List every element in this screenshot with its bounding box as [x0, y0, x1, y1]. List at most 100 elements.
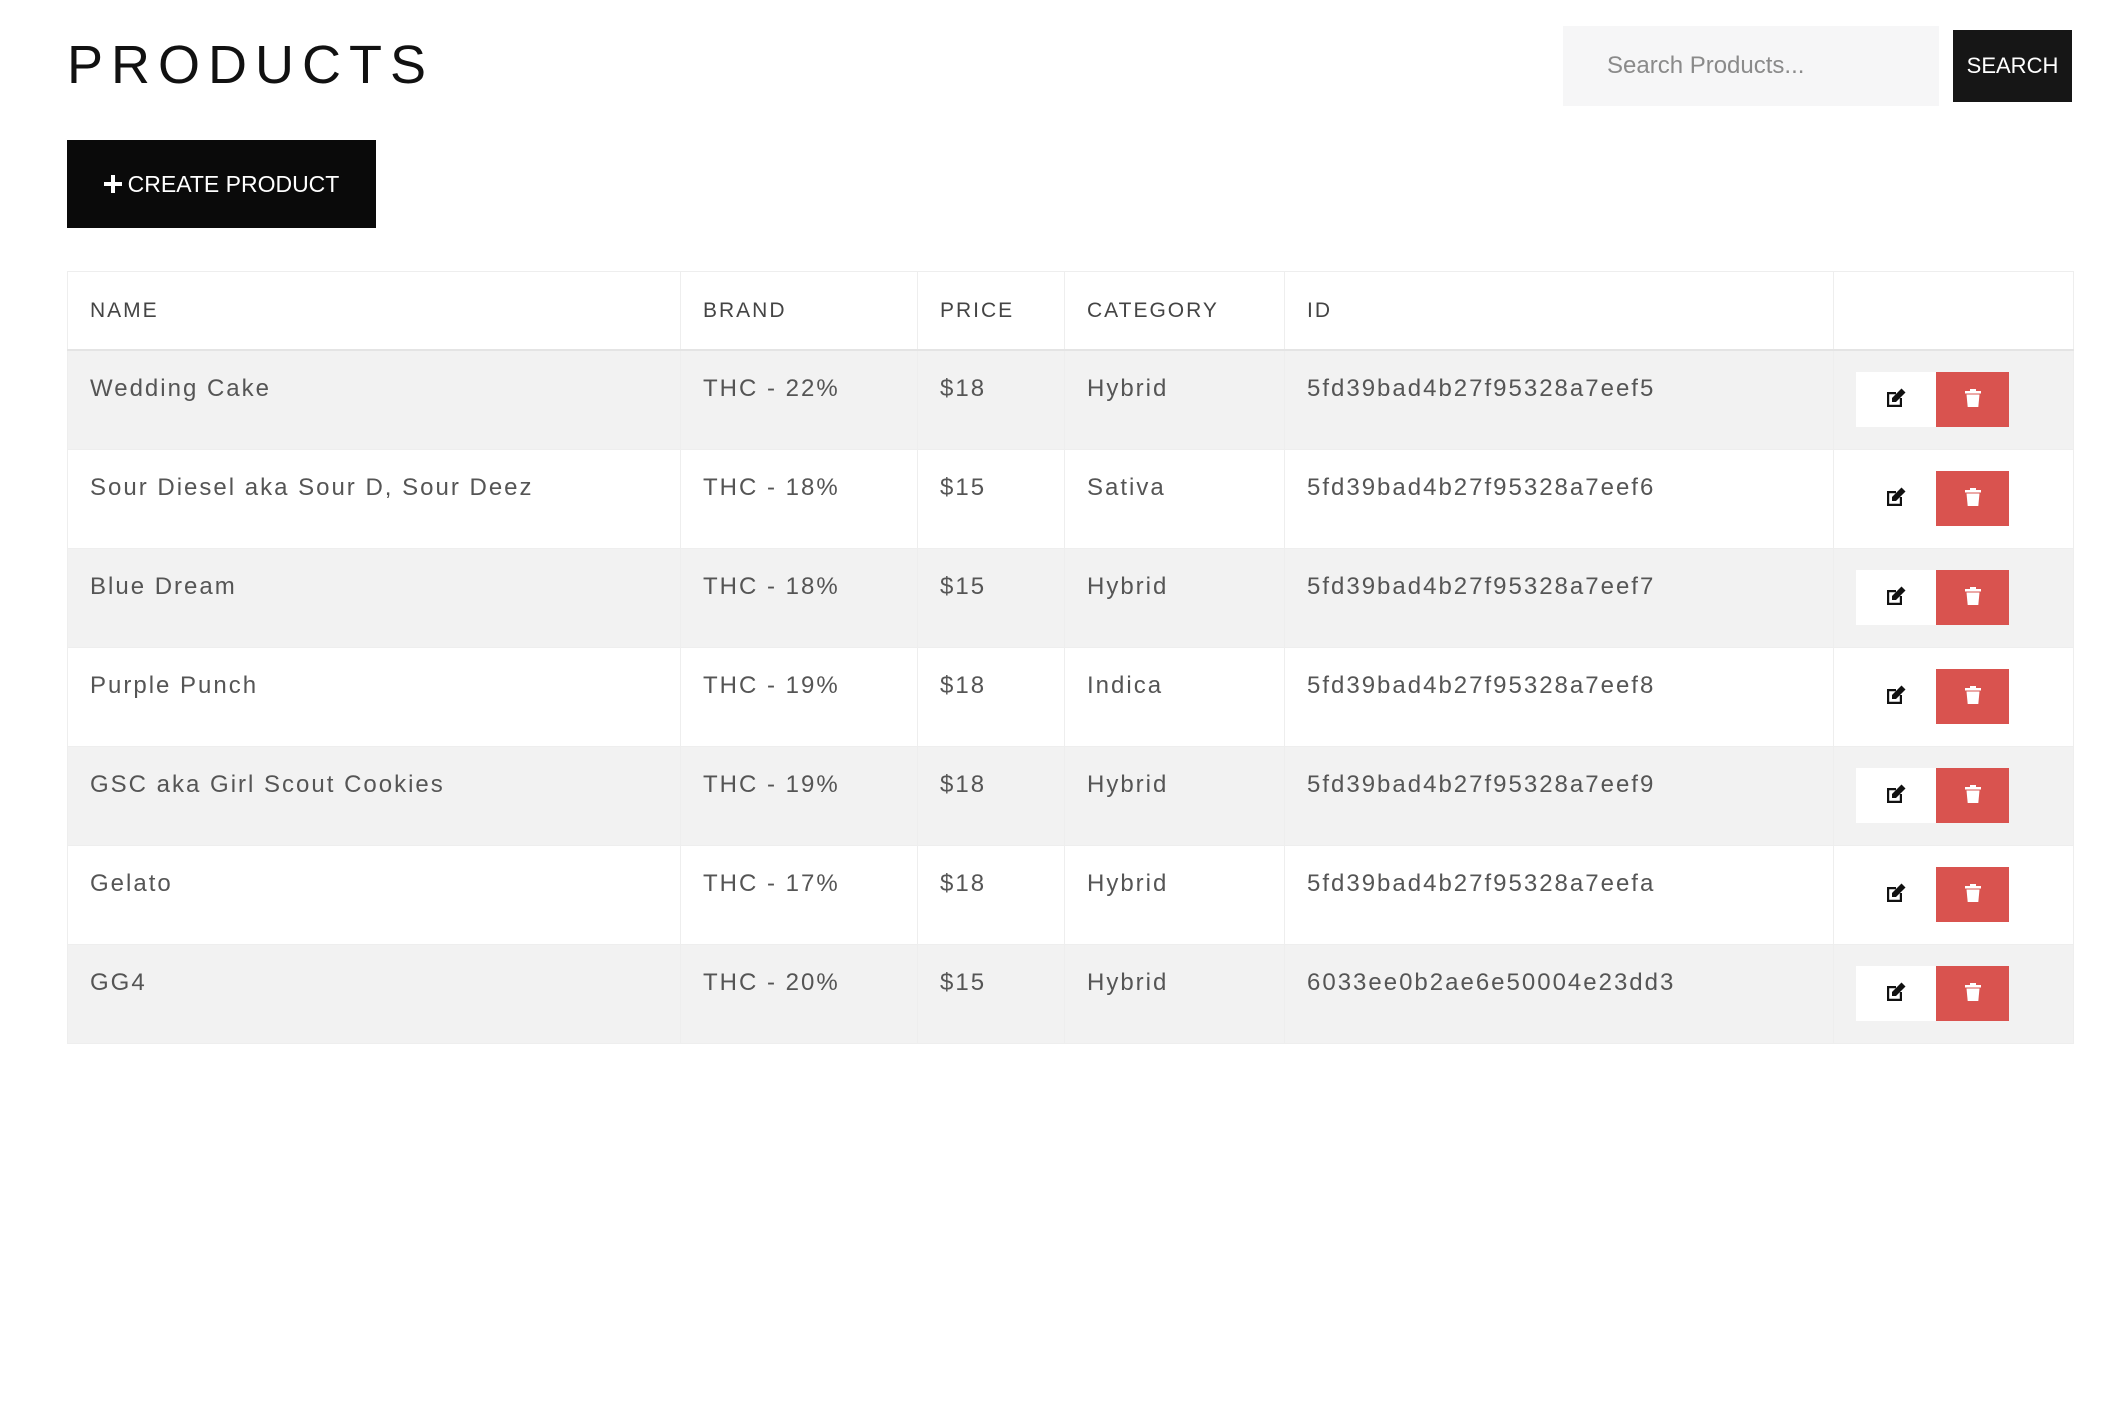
trash-icon [1964, 983, 1981, 1004]
search-input[interactable] [1563, 26, 1939, 106]
cell-name: Blue Dream [67, 547, 681, 647]
edit-icon [1885, 783, 1907, 808]
cell-price: $15 [917, 547, 1065, 647]
table-row: Purple Punch THC - 19% $18 Indica 5fd39b… [67, 646, 2074, 746]
edit-icon [1885, 684, 1907, 709]
column-header-name: NAME [67, 271, 681, 351]
cell-category: Sativa [1064, 448, 1285, 548]
cell-brand: THC - 19% [680, 646, 918, 746]
table-row: Blue Dream THC - 18% $15 Hybrid 5fd39bad… [67, 547, 2074, 647]
trash-icon [1964, 686, 1981, 707]
cell-price: $15 [917, 448, 1065, 548]
edit-button[interactable] [1856, 372, 1936, 428]
table-row: Gelato THC - 17% $18 Hybrid 5fd39bad4b27… [67, 844, 2074, 944]
cell-price: $18 [917, 844, 1065, 944]
cell-category: Indica [1064, 646, 1285, 746]
column-header-id: ID [1284, 271, 1834, 351]
cell-id: 5fd39bad4b27f95328a7eef7 [1284, 547, 1834, 647]
cell-actions [1833, 844, 2074, 944]
cell-category: Hybrid [1064, 943, 1285, 1043]
cell-category: Hybrid [1064, 745, 1285, 845]
products-table: NAME BRAND PRICE CATEGORY ID Wedding Cak… [67, 271, 2074, 1044]
cell-actions [1833, 448, 2074, 548]
cell-name: Purple Punch [67, 646, 681, 746]
cell-category: Hybrid [1064, 349, 1285, 449]
table-row: GSC aka Girl Scout Cookies THC - 19% $18… [67, 745, 2074, 845]
table-body: Wedding Cake THC - 22% $18 Hybrid 5fd39b… [67, 349, 2074, 1043]
trash-icon [1964, 488, 1981, 509]
delete-button[interactable] [1936, 570, 2009, 625]
cell-brand: THC - 17% [680, 844, 918, 944]
edit-button[interactable] [1856, 768, 1936, 823]
row-actions [1856, 372, 2073, 428]
cell-name: Gelato [67, 844, 681, 944]
cell-id: 5fd39bad4b27f95328a7eef6 [1284, 448, 1834, 548]
cell-name: GG4 [67, 943, 681, 1043]
table-row: Wedding Cake THC - 22% $18 Hybrid 5fd39b… [67, 349, 2074, 449]
delete-button[interactable] [1936, 372, 2009, 428]
table-row: GG4 THC - 20% $15 Hybrid 6033ee0b2ae6e50… [67, 943, 2074, 1043]
cell-actions [1833, 646, 2074, 746]
cell-actions [1833, 349, 2074, 449]
row-actions [1856, 471, 2073, 526]
edit-icon [1885, 585, 1907, 610]
cell-price: $18 [917, 646, 1065, 746]
row-actions [1856, 669, 2073, 724]
cell-actions [1833, 745, 2074, 845]
delete-button[interactable] [1936, 471, 2009, 526]
cell-name: Wedding Cake [67, 349, 681, 449]
trash-icon [1964, 389, 1981, 410]
cell-price: $18 [917, 745, 1065, 845]
trash-icon [1964, 884, 1981, 905]
delete-button[interactable] [1936, 768, 2009, 823]
column-header-brand: BRAND [680, 271, 918, 351]
cell-actions [1833, 547, 2074, 647]
edit-icon [1885, 981, 1907, 1006]
cell-brand: THC - 20% [680, 943, 918, 1043]
edit-icon [1885, 882, 1907, 907]
delete-button[interactable] [1936, 867, 2009, 922]
trash-icon [1964, 785, 1981, 806]
cell-id: 6033ee0b2ae6e50004e23dd3 [1284, 943, 1834, 1043]
row-actions [1856, 570, 2073, 625]
cell-id: 5fd39bad4b27f95328a7eef5 [1284, 349, 1834, 449]
create-product-label: CREATE PRODUCT [127, 170, 340, 197]
cell-brand: THC - 18% [680, 448, 918, 548]
table-row: Sour Diesel aka Sour D, Sour Deez THC - … [67, 448, 2074, 548]
search-button[interactable]: SEARCH [1953, 30, 2072, 102]
cell-brand: THC - 18% [680, 547, 918, 647]
cell-id: 5fd39bad4b27f95328a7eefa [1284, 844, 1834, 944]
row-actions [1856, 867, 2073, 922]
column-header-actions [1833, 271, 2074, 351]
edit-button[interactable] [1856, 471, 1936, 526]
row-actions [1856, 966, 2073, 1021]
products-page: PRODUCTS SEARCH CREATE PRODUCT NAME BRAN… [0, 0, 2114, 1406]
table-header-row: NAME BRAND PRICE CATEGORY ID [67, 271, 2074, 351]
cell-category: Hybrid [1064, 844, 1285, 944]
cell-id: 5fd39bad4b27f95328a7eef8 [1284, 646, 1834, 746]
cell-name: Sour Diesel aka Sour D, Sour Deez [67, 448, 681, 548]
cell-brand: THC - 19% [680, 745, 918, 845]
cell-actions [1833, 943, 2074, 1043]
edit-icon [1885, 387, 1907, 412]
delete-button[interactable] [1936, 966, 2009, 1021]
delete-button[interactable] [1936, 669, 2009, 724]
create-product-button[interactable]: CREATE PRODUCT [67, 140, 376, 228]
edit-icon [1885, 486, 1907, 511]
cell-category: Hybrid [1064, 547, 1285, 647]
column-header-price: PRICE [917, 271, 1065, 351]
cell-id: 5fd39bad4b27f95328a7eef9 [1284, 745, 1834, 845]
edit-button[interactable] [1856, 570, 1936, 625]
edit-button[interactable] [1856, 966, 1936, 1021]
cell-name: GSC aka Girl Scout Cookies [67, 745, 681, 845]
cell-price: $18 [917, 349, 1065, 449]
column-header-category: CATEGORY [1064, 271, 1285, 351]
page-title: PRODUCTS [67, 35, 435, 95]
trash-icon [1964, 587, 1981, 608]
row-actions [1856, 768, 2073, 823]
cell-brand: THC - 22% [680, 349, 918, 449]
plus-icon [103, 175, 122, 193]
edit-button[interactable] [1856, 669, 1936, 724]
edit-button[interactable] [1856, 867, 1936, 922]
cell-price: $15 [917, 943, 1065, 1043]
